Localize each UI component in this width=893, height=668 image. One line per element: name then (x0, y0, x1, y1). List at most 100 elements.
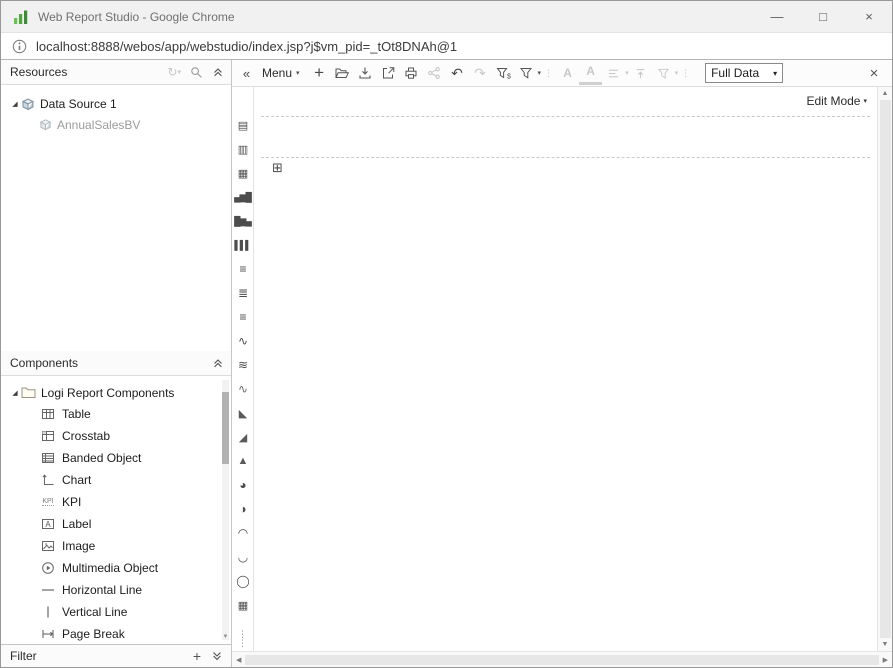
expand-caret-icon[interactable]: ◢ (9, 389, 21, 397)
vertical-align-icon[interactable] (629, 61, 652, 85)
folder-icon (21, 386, 36, 399)
component-item-label[interactable]: A Label (1, 513, 231, 535)
components-scrollbar[interactable]: ▼ (222, 380, 229, 640)
search-icon[interactable] (190, 66, 203, 79)
expand-panel-icon[interactable] (211, 650, 223, 662)
horizontal-scroll-thumb[interactable] (245, 655, 878, 665)
strip-mountain-icon[interactable]: ▲ (232, 449, 253, 473)
refresh-icon[interactable]: ↻▾ (167, 65, 181, 79)
strip-curve-chart-icon[interactable]: ∿ (232, 377, 253, 401)
component-item-vertical-line[interactable]: Vertical Line (1, 601, 231, 623)
component-item-horizontal-line[interactable]: Horizontal Line (1, 579, 231, 601)
component-label: Page Break (62, 627, 125, 641)
data-source-label: Data Source 1 (40, 97, 117, 111)
component-label: Multimedia Object (62, 561, 158, 575)
vertical-scroll-thumb[interactable] (880, 100, 891, 638)
add-filter-icon[interactable]: + (193, 649, 201, 663)
horizontal-line-icon (40, 583, 56, 597)
chevron-down-icon: ▾ (863, 97, 867, 105)
filter-icon[interactable] (515, 61, 538, 85)
component-item-image[interactable]: Image (1, 535, 231, 557)
filter-formula-icon[interactable]: $ (492, 61, 515, 85)
insert-position-marker[interactable]: ⊞ (272, 161, 283, 174)
strip-line-chart-icon[interactable]: ∿ (232, 329, 253, 353)
component-item-table[interactable]: Table (1, 403, 231, 425)
expand-caret-icon[interactable]: ◢ (9, 100, 21, 108)
strip-arc-chart-2-icon[interactable]: ◡ (232, 545, 253, 569)
collapse-sidebar-button[interactable]: « (235, 61, 258, 85)
new-button[interactable]: + (308, 61, 331, 85)
scroll-left-icon[interactable]: ◀ (236, 656, 241, 664)
content-area: Resources ↻▾ ◢ Data Sou (1, 60, 892, 667)
close-window-button[interactable]: × (846, 1, 892, 32)
address-bar[interactable]: localhost:8888/webos/app/webstudio/index… (1, 32, 892, 60)
vertical-line-icon (40, 605, 56, 619)
tree-item-components-root[interactable]: ◢ Logi Report Components (1, 382, 231, 403)
undo-icon[interactable]: ↶ (446, 61, 469, 85)
tree-item-data-source[interactable]: ◢ Data Source 1 (1, 93, 231, 114)
menu-button[interactable]: Menu▾ (258, 61, 308, 85)
strip-column-chart-icon[interactable]: ▌▌▌ (232, 233, 253, 257)
tree-item-business-view[interactable]: AnnualSalesBV (1, 114, 231, 135)
strip-table-icon[interactable]: ▤ (232, 113, 253, 137)
maximize-button[interactable]: □ (800, 1, 846, 32)
strip-bar-chart-2-icon[interactable]: █▆▄ (232, 209, 253, 233)
strip-hbar-chart-2-icon[interactable]: ≣ (232, 281, 253, 305)
scrollbar-thumb[interactable] (222, 392, 229, 464)
strip-area-chart-icon[interactable]: ≋ (232, 353, 253, 377)
strip-donut-chart-icon[interactable]: ◑ (232, 497, 253, 521)
report-canvas[interactable]: Edit Mode ▾ ⊞ (254, 87, 877, 651)
conditional-filter-icon[interactable] (652, 61, 675, 85)
strip-gauge-chart-icon[interactable]: ◯ (232, 569, 253, 593)
align-icon[interactable] (602, 61, 625, 85)
font-icon[interactable]: A (556, 61, 579, 85)
banded-object-icon (40, 451, 56, 465)
data-mode-select[interactable]: Full Data ▾ (705, 63, 783, 83)
component-item-banded-object[interactable]: Banded Object (1, 447, 231, 469)
strip-arc-chart-icon[interactable]: ◠ (232, 521, 253, 545)
site-info-icon[interactable] (12, 39, 27, 54)
strip-banded-icon[interactable]: ▦ (232, 161, 253, 185)
strip-more-icon[interactable]: ⋮⋮ (238, 630, 247, 651)
export-icon[interactable] (377, 61, 400, 85)
main-toolbar: « Menu▾ + ↶ (232, 60, 892, 87)
svg-text:$: $ (507, 74, 511, 81)
title-bar[interactable]: Web Report Studio - Google Chrome — □ × (1, 1, 892, 32)
component-item-multimedia-object[interactable]: Multimedia Object (1, 557, 231, 579)
component-item-page-break[interactable]: Page Break (1, 623, 231, 644)
redo-icon[interactable]: ↷ (469, 61, 492, 85)
print-icon[interactable] (400, 61, 423, 85)
strip-pie-chart-icon[interactable]: ◕ (232, 473, 253, 497)
component-item-kpi[interactable]: KPI KPI (1, 491, 231, 513)
component-item-crosstab[interactable]: Crosstab (1, 425, 231, 447)
url-text[interactable]: localhost:8888/webos/app/webstudio/index… (36, 39, 457, 54)
collapse-panel-icon[interactable] (212, 66, 224, 78)
strip-hbar-chart-icon[interactable]: ≡ (232, 257, 253, 281)
edit-mode-button[interactable]: Edit Mode ▾ (806, 94, 867, 108)
strip-crosstab-icon[interactable]: ▥ (232, 137, 253, 161)
filter-title: Filter (10, 649, 37, 663)
strip-bar-chart-icon[interactable]: ▄▆█ (232, 185, 253, 209)
main-area: « Menu▾ + ↶ (232, 60, 892, 667)
scroll-up-icon[interactable]: ▲ (882, 90, 889, 97)
strip-filled-area-2-icon[interactable]: ◢ (232, 425, 253, 449)
collapse-panel-icon[interactable] (212, 357, 224, 369)
horizontal-scrollbar[interactable]: ◀ ▶ (232, 651, 892, 667)
open-icon[interactable] (331, 61, 354, 85)
strip-grid-chart-icon[interactable]: ▦ (232, 593, 253, 617)
component-label: Crosstab (62, 429, 110, 443)
crosstab-icon (40, 429, 56, 443)
strip-filled-area-icon[interactable]: ◣ (232, 401, 253, 425)
data-mode-value: Full Data (711, 66, 759, 80)
minimize-button[interactable]: — (754, 1, 800, 32)
scroll-right-icon[interactable]: ▶ (883, 656, 888, 664)
scroll-down-icon[interactable]: ▼ (222, 634, 229, 640)
save-icon[interactable] (354, 61, 377, 85)
scroll-down-icon[interactable]: ▼ (882, 641, 889, 648)
font-color-icon[interactable]: A (579, 61, 602, 85)
share-icon[interactable] (423, 61, 446, 85)
strip-hbar-chart-3-icon[interactable]: ≡ (232, 305, 253, 329)
component-item-chart[interactable]: Chart (1, 469, 231, 491)
vertical-scrollbar[interactable]: ▲ ▼ (877, 87, 892, 651)
close-report-button[interactable]: × (859, 61, 889, 85)
